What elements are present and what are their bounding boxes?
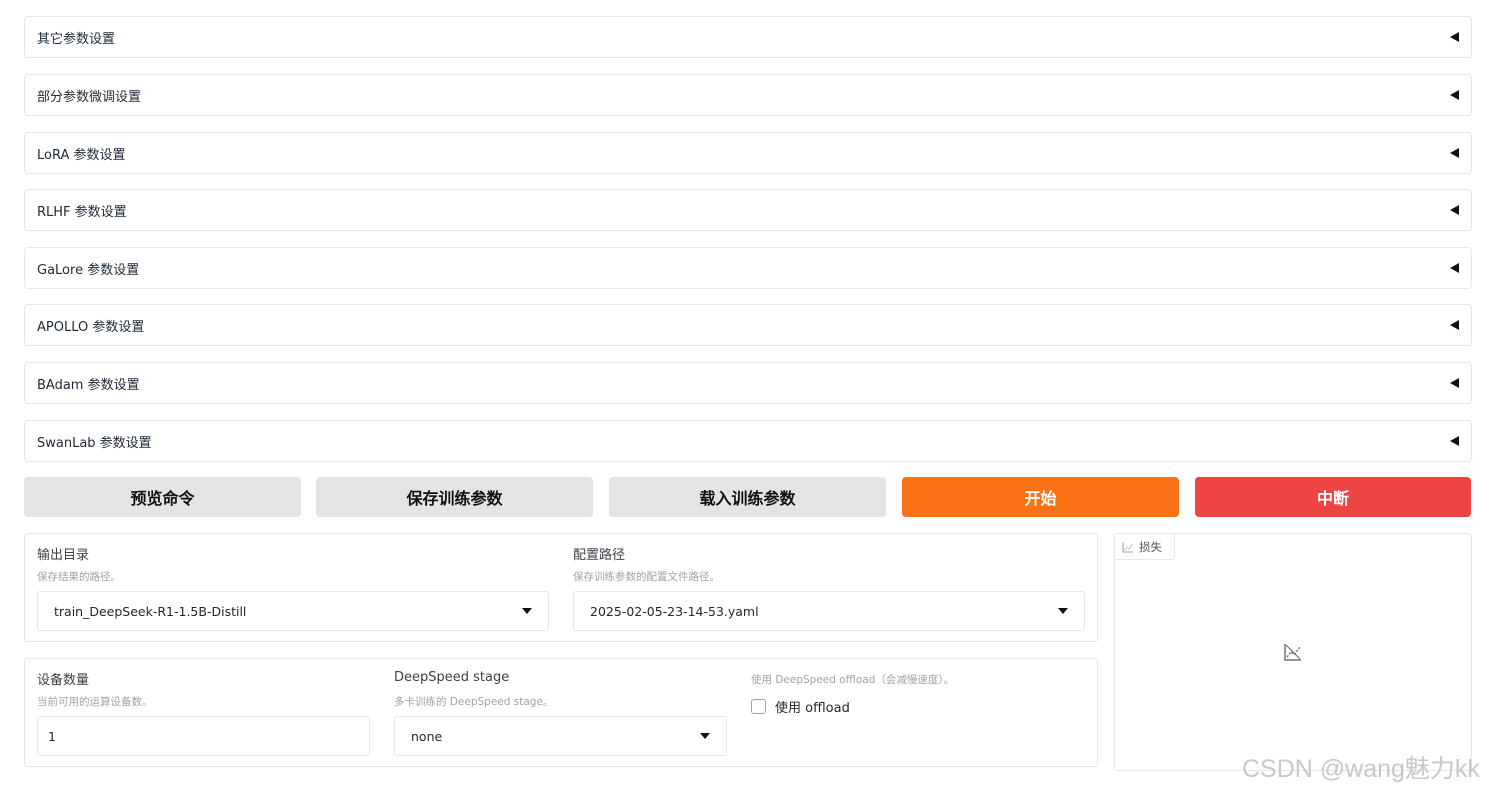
- ds-stage-info: 多卡训练的 DeepSpeed stage。: [394, 696, 554, 708]
- accordion-swanlab-settings[interactable]: SwanLab 参数设置: [24, 420, 1472, 462]
- collapse-arrow-icon: [1450, 378, 1459, 388]
- chevron-down-icon: [1058, 608, 1068, 614]
- save-args-button[interactable]: 保存训练参数: [316, 477, 593, 517]
- ds-stage-label: DeepSpeed stage: [394, 670, 510, 685]
- loss-plot-tab: 损失: [1115, 534, 1175, 560]
- config-path-value: 2025-02-05-23-14-53.yaml: [590, 603, 759, 619]
- ds-offload-checkbox[interactable]: [751, 699, 766, 714]
- collapse-arrow-icon: [1450, 32, 1459, 42]
- chevron-down-icon: [522, 608, 532, 614]
- chevron-down-icon: [700, 733, 710, 739]
- accordion-galore-settings[interactable]: GaLore 参数设置: [24, 247, 1472, 289]
- accordion-label: SwanLab 参数设置: [37, 435, 152, 451]
- empty-plot-chart-icon: [1284, 644, 1301, 661]
- accordion-label: BAdam 参数设置: [37, 377, 140, 393]
- ds-stage-dropdown[interactable]: none: [394, 716, 727, 756]
- accordion-badam-settings[interactable]: BAdam 参数设置: [24, 362, 1472, 404]
- collapse-arrow-icon: [1450, 436, 1459, 446]
- config-path-label: 配置路径: [573, 548, 626, 563]
- config-path-info: 保存训练参数的配置文件路径。: [573, 571, 720, 583]
- accordion-label: LoRA 参数设置: [37, 147, 126, 163]
- preview-command-button[interactable]: 预览命令: [24, 477, 301, 517]
- ds-offload-checkbox-row[interactable]: 使用 offload: [751, 697, 850, 716]
- output-dir-value: train_DeepSeek-R1-1.5B-Distill: [54, 603, 247, 619]
- accordion-rlhf-settings[interactable]: RLHF 参数设置: [24, 189, 1472, 231]
- accordion-label: GaLore 参数设置: [37, 262, 140, 278]
- collapse-arrow-icon: [1450, 205, 1459, 215]
- output-dir-info: 保存结果的路径。: [37, 571, 121, 583]
- collapse-arrow-icon: [1450, 90, 1459, 100]
- watermark-text: CSDN @wang魅力kk: [1242, 755, 1480, 783]
- loss-plot-tab-label: 损失: [1139, 539, 1162, 554]
- start-button[interactable]: 开始: [902, 477, 1179, 517]
- output-dir-label: 输出目录: [37, 548, 90, 563]
- accordion-label: APOLLO 参数设置: [37, 319, 145, 335]
- device-count-input[interactable]: 1: [37, 716, 370, 756]
- accordion-freeze-settings[interactable]: 部分参数微调设置: [24, 74, 1472, 116]
- device-count-info: 当前可用的运算设备数。: [37, 696, 153, 708]
- config-path-dropdown[interactable]: 2025-02-05-23-14-53.yaml: [573, 591, 1085, 631]
- ds-offload-info: 使用 DeepSpeed offload（会减慢速度）。: [751, 674, 955, 686]
- accordion-label: 部分参数微调设置: [37, 89, 142, 105]
- ds-stage-value: none: [411, 728, 443, 744]
- accordion-apollo-settings[interactable]: APOLLO 参数设置: [24, 304, 1472, 346]
- accordion-lora-settings[interactable]: LoRA 参数设置: [24, 132, 1472, 174]
- accordion-other-settings[interactable]: 其它参数设置: [24, 16, 1472, 58]
- abort-button[interactable]: 中断: [1195, 477, 1471, 517]
- device-count-label: 设备数量: [37, 673, 90, 688]
- chart-icon: [1122, 541, 1133, 552]
- ds-offload-checkbox-label: 使用 offload: [775, 701, 850, 716]
- accordion-label: 其它参数设置: [37, 31, 116, 47]
- collapse-arrow-icon: [1450, 148, 1459, 158]
- output-dir-dropdown[interactable]: train_DeepSeek-R1-1.5B-Distill: [37, 591, 549, 631]
- collapse-arrow-icon: [1450, 320, 1459, 330]
- accordion-label: RLHF 参数设置: [37, 204, 127, 220]
- collapse-arrow-icon: [1450, 263, 1459, 273]
- load-args-button[interactable]: 载入训练参数: [609, 477, 886, 517]
